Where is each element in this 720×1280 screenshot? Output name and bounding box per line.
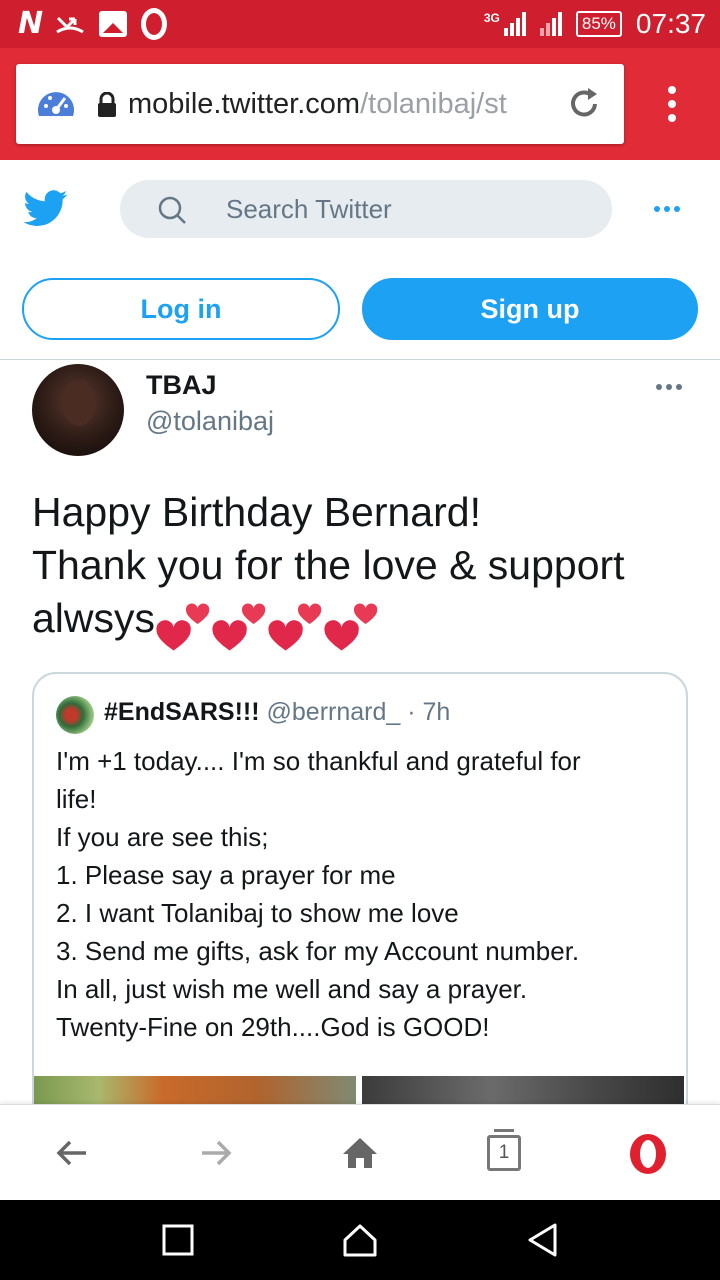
quoted-tweet-time: 7h [422, 698, 451, 726]
tabs-button[interactable]: 1 [487, 1129, 521, 1171]
quoted-line: 2. I want Tolanibaj to show me love [56, 898, 459, 928]
forward-arrow-icon[interactable] [196, 1133, 236, 1173]
netflix-n-icon: N [18, 6, 43, 41]
two-hearts-emoji [156, 603, 210, 651]
status-bar: N 3G 85% 07:37 [0, 0, 720, 48]
reload-icon[interactable] [564, 84, 604, 124]
twitter-bird-icon[interactable] [22, 186, 70, 230]
two-hearts-emoji-row [155, 598, 379, 652]
quoted-author-avatar [56, 696, 94, 734]
quoted-line: I'm +1 today.... I'm so thankful and gra… [56, 746, 581, 776]
home-icon[interactable] [340, 1133, 380, 1173]
quoted-tweet-card[interactable]: #EndSARS!!! @berrnard_ · 7h I'm +1 today… [32, 672, 688, 1132]
quoted-line: 3. Send me gifts, ask for my Account num… [56, 936, 580, 966]
quoted-author-name: #EndSARS!!! [104, 698, 260, 726]
lock-icon [98, 92, 116, 117]
browser-menu-button[interactable] [656, 86, 688, 122]
search-input[interactable] [226, 180, 586, 238]
more-options-icon[interactable] [654, 206, 680, 212]
author-name[interactable]: TBAJ [146, 370, 217, 401]
url-text[interactable]: mobile.twitter.com/tolanibaj/st [128, 84, 556, 124]
browser-bottom-bar: 1 [0, 1104, 720, 1200]
search-box[interactable] [120, 180, 612, 238]
missed-call-icon [56, 16, 84, 33]
two-hearts-emoji [212, 603, 266, 651]
home-nav-icon[interactable] [340, 1220, 380, 1260]
network-type-label: 3G [483, 11, 500, 25]
tweet-text-line: Happy Birthday Bernard! [32, 489, 481, 535]
quoted-line: 1. Please say a prayer for me [56, 860, 396, 890]
quoted-line: If you are see this; [56, 822, 269, 852]
two-hearts-emoji [324, 603, 378, 651]
system-status: 3G 85% 07:37 [484, 8, 706, 40]
back-triangle-icon[interactable] [522, 1220, 562, 1260]
quoted-author-handle: @berrnard_ [266, 698, 401, 726]
twitter-header: Log in Sign up [0, 160, 720, 360]
search-icon [158, 196, 186, 224]
android-nav-bar [0, 1200, 720, 1280]
tweet-more-icon[interactable] [656, 384, 682, 390]
url-path: /tolanibaj/st [360, 88, 507, 120]
quoted-line: life! [56, 784, 97, 814]
speed-dial-icon[interactable] [36, 86, 76, 122]
quoted-line: Twenty-Fine on 29th....God is GOOD! [56, 1012, 490, 1042]
browser-toolbar: mobile.twitter.com/tolanibaj/st [0, 48, 720, 160]
battery-indicator: 85% [575, 11, 622, 37]
address-bar[interactable]: mobile.twitter.com/tolanibaj/st [16, 64, 624, 144]
clock: 07:37 [635, 8, 706, 39]
opera-icon [141, 7, 168, 40]
tweet-text: Happy Birthday Bernard! Thank you for th… [32, 486, 692, 652]
signup-button[interactable]: Sign up [362, 278, 698, 340]
url-domain: mobile.twitter.com [128, 88, 361, 120]
tweet-text-line-with-emoji: alwsys [32, 592, 692, 652]
tweet-text-line: alwsys [32, 595, 156, 641]
opera-menu-icon[interactable] [626, 1131, 670, 1177]
notification-icons: N [18, 6, 168, 41]
two-hearts-emoji [268, 603, 322, 651]
gallery-icon [99, 10, 128, 37]
separator-dot: · [407, 698, 416, 726]
mobile-signal-3g-icon: 3G [484, 12, 526, 36]
quoted-tweet-header: #EndSARS!!! @berrnard_ · 7h [104, 698, 450, 727]
quoted-tweet-body: I'm +1 today.... I'm so thankful and gra… [56, 742, 666, 1046]
quoted-line: In all, just wish me well and say a pray… [56, 974, 528, 1004]
tweet-text-line: Thank you for the love & support [32, 542, 625, 588]
author-handle[interactable]: @tolanibaj [146, 406, 274, 437]
author-avatar[interactable] [32, 364, 124, 456]
recents-square-icon[interactable] [158, 1220, 198, 1260]
mobile-signal-icon [539, 12, 562, 36]
back-arrow-icon[interactable] [52, 1133, 92, 1173]
login-button[interactable]: Log in [22, 278, 340, 340]
